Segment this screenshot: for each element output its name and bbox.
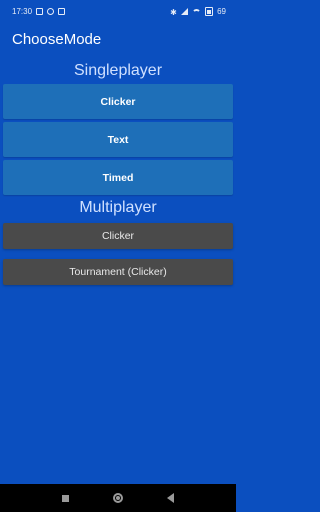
multiplayer-clicker-button[interactable]: Clicker <box>3 223 233 249</box>
multiplayer-tournament-button[interactable]: Tournament (Clicker) <box>3 259 233 285</box>
notification-box-icon <box>36 7 44 15</box>
notification-circle-icon <box>47 7 55 15</box>
status-time: 17:30 <box>12 6 33 16</box>
singleplayer-heading: Singleplayer <box>73 62 163 79</box>
status-bar: 17:30 ✱ 69 <box>0 0 236 22</box>
home-icon[interactable] <box>113 493 123 503</box>
signal-icon <box>181 7 189 15</box>
bluetooth-icon: ✱ <box>170 7 177 17</box>
recents-icon[interactable] <box>62 494 69 502</box>
singleplayer-text-button[interactable]: Text <box>3 122 233 157</box>
app-title: ChooseMode <box>12 31 102 48</box>
multiplayer-heading: Multiplayer <box>79 199 157 216</box>
singleplayer-clicker-button[interactable]: Clicker <box>3 84 233 119</box>
navigation-bar <box>0 484 236 512</box>
battery-icon <box>205 6 214 16</box>
singleplayer-timed-button[interactable]: Timed <box>3 160 233 195</box>
battery-level: 69 <box>217 6 226 16</box>
screen: 17:30 ✱ 69 ChooseMode Singleplayer Click… <box>0 0 236 512</box>
back-icon[interactable] <box>167 493 174 503</box>
status-right: ✱ 69 <box>170 6 226 18</box>
status-left: 17:30 <box>12 6 66 16</box>
wifi-icon <box>192 8 202 18</box>
notification-square-icon <box>58 7 66 15</box>
